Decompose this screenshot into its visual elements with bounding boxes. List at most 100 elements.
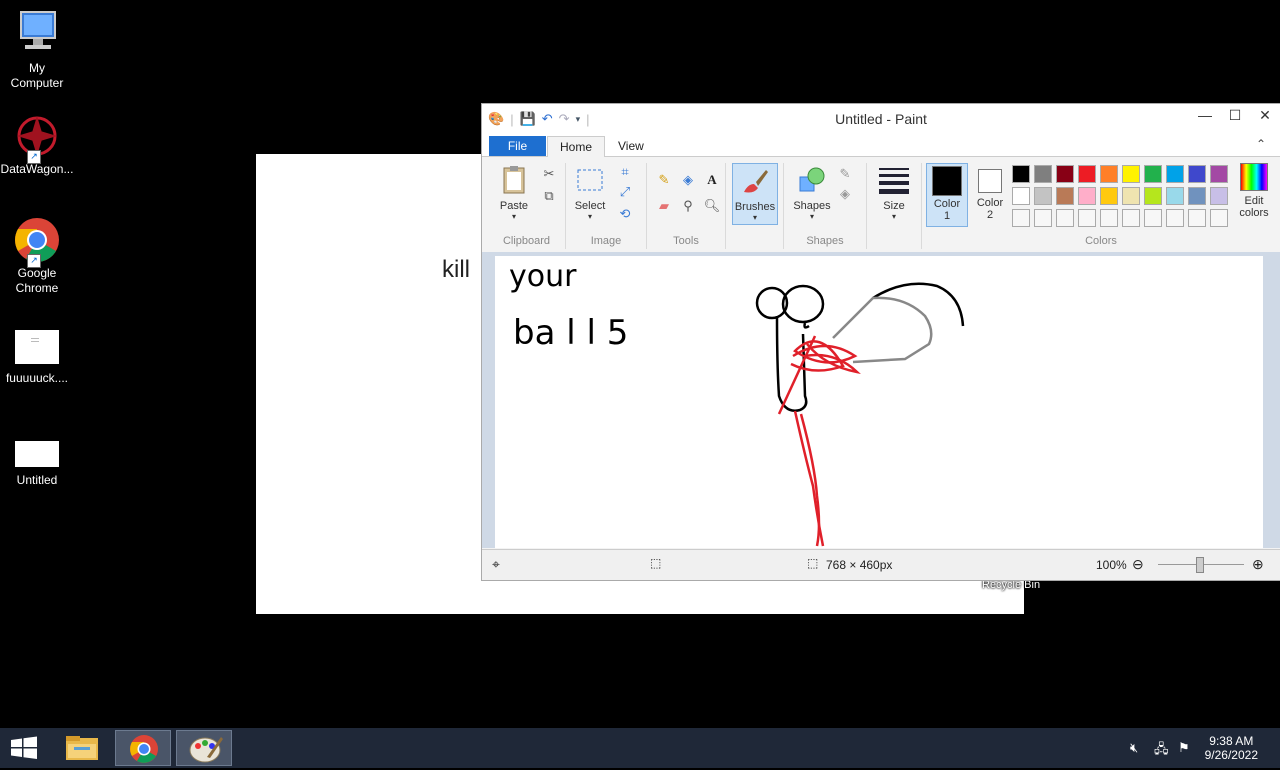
drawing-canvas[interactable]: your ba l l 5 (495, 256, 1263, 548)
size-button[interactable]: Size ▾ (875, 165, 913, 221)
outline-icon[interactable]: ✎ (836, 165, 854, 183)
desktop-icon-untitled[interactable]: Untitled (0, 441, 74, 488)
palette-swatch[interactable] (1188, 209, 1206, 227)
palette-swatch[interactable] (1166, 165, 1184, 183)
rotate-icon[interactable]: ⟲ (616, 205, 634, 223)
cut-icon[interactable]: ✂ (540, 165, 558, 183)
desktop-icon-document[interactable]: fuuuuuck.... (0, 330, 74, 386)
palette-swatch[interactable] (1166, 209, 1184, 227)
paste-button[interactable]: Paste ▾ (494, 165, 534, 221)
desktop-icon-my-computer[interactable]: My Computer (0, 8, 74, 91)
palette-swatch[interactable] (1078, 209, 1096, 227)
palette-swatch[interactable] (1100, 187, 1118, 205)
shapes-group-label: Shapes (806, 235, 844, 247)
color1-swatch (932, 166, 962, 196)
palette-swatch[interactable] (1012, 187, 1030, 205)
dropdown-arrow-icon: ▾ (511, 212, 516, 221)
palette-swatch[interactable] (1012, 165, 1030, 183)
palette-swatch[interactable] (1188, 165, 1206, 183)
palette-swatch[interactable] (1188, 187, 1206, 205)
brushes-button[interactable]: Brushes ▾ (732, 163, 778, 225)
computer-icon (20, 11, 56, 49)
fill-icon[interactable]: ◈ (679, 171, 697, 189)
palette-swatch[interactable] (1144, 165, 1162, 183)
minimize-button[interactable]: — (1190, 104, 1220, 128)
colors-group: Color 1 Color 2 Edit colors Colors (922, 163, 1280, 249)
chrome-icon (130, 735, 158, 763)
palette-swatch[interactable] (1056, 165, 1074, 183)
shapes-button[interactable]: Shapes ▾ (790, 165, 834, 221)
desktop-icon-google-chrome[interactable]: ↗ Google Chrome (0, 216, 74, 296)
colors-group-label: Colors (1085, 235, 1117, 247)
selection-size-icon: ⬚ (650, 556, 662, 570)
minimize-ribbon-icon[interactable]: ⌃ (1256, 137, 1266, 151)
color-picker-icon[interactable]: ⚲ (679, 197, 697, 215)
desktop-icon-label: fuuuuuck.... (5, 371, 69, 385)
paste-icon (503, 166, 525, 194)
palette-swatch[interactable] (1078, 187, 1096, 205)
clipboard-group-label: Clipboard (502, 235, 551, 247)
color1-button[interactable]: Color 1 (926, 163, 968, 227)
palette-swatch[interactable] (1034, 165, 1052, 183)
palette-swatch[interactable] (1100, 209, 1118, 227)
network-icon[interactable]: 🖧 (1154, 740, 1169, 762)
palette-swatch[interactable] (1122, 187, 1140, 205)
paste-label: Paste (499, 200, 529, 212)
palette-swatch[interactable] (1166, 187, 1184, 205)
shapes-icon (799, 167, 825, 192)
tab-home[interactable]: Home (547, 136, 606, 157)
palette-swatch[interactable] (1078, 165, 1096, 183)
palette-swatch[interactable] (1122, 165, 1140, 183)
size-group: Size ▾ (867, 163, 922, 249)
fill-shape-icon[interactable]: ◈ (836, 185, 854, 203)
action-center-icon[interactable]: ⚑ (1178, 740, 1190, 756)
eraser-icon[interactable]: ▰ (655, 197, 673, 215)
tools-group-label: Tools (673, 235, 699, 247)
brushes-label: Brushes (734, 201, 776, 213)
close-button[interactable]: ✕ (1250, 104, 1280, 128)
maximize-button[interactable]: ☐ (1220, 104, 1250, 128)
palette-swatch[interactable] (1056, 209, 1074, 227)
tab-file[interactable]: File (489, 136, 546, 156)
select-icon (577, 169, 603, 191)
resize-icon[interactable]: ⤢ (616, 183, 634, 201)
clock[interactable]: 9:38 AM 9/26/2022 (1205, 734, 1258, 762)
image-group: Select ▾ ⌗ ⤢ ⟲ Image (566, 163, 647, 249)
palette-swatch[interactable] (1056, 187, 1074, 205)
palette-swatch[interactable] (1034, 209, 1052, 227)
palette-swatch[interactable] (1210, 209, 1228, 227)
taskbar-chrome[interactable] (115, 730, 171, 766)
taskbar-file-explorer[interactable] (54, 730, 110, 766)
palette-swatch[interactable] (1144, 209, 1162, 227)
edit-colors-icon (1240, 163, 1268, 191)
volume-muted-icon[interactable]: 🔇︎ (1130, 740, 1138, 756)
pencil-icon[interactable]: ✎ (655, 171, 673, 189)
start-button[interactable] (0, 730, 48, 766)
palette-swatch[interactable] (1144, 187, 1162, 205)
taskbar-paint[interactable] (176, 730, 232, 766)
tab-view[interactable]: View (606, 136, 656, 156)
paint-window: 🎨 | 💾 ↶ ↷ ▾ | Untitled - Paint — ☐ ✕ Fil… (481, 103, 1280, 581)
magnifier-icon[interactable]: 🔍︎ (703, 197, 721, 215)
palette-swatch[interactable] (1122, 209, 1140, 227)
copy-icon[interactable]: ⧉ (540, 187, 558, 205)
document-icon (15, 330, 59, 364)
folder-icon (66, 736, 98, 760)
palette-swatch[interactable] (1012, 209, 1030, 227)
palette-swatch[interactable] (1210, 165, 1228, 183)
crop-icon[interactable]: ⌗ (616, 163, 634, 181)
palette-swatch[interactable] (1100, 165, 1118, 183)
desktop-icon-datawagon[interactable]: ↗ DataWagon... (0, 112, 74, 177)
text-icon[interactable]: A (703, 171, 721, 189)
select-button[interactable]: Select ▾ (570, 165, 610, 221)
color2-button[interactable]: Color 2 (970, 165, 1010, 221)
palette-swatch[interactable] (1034, 187, 1052, 205)
zoom-in-button[interactable]: ⊕ (1252, 556, 1264, 573)
zoom-level: 100% (1096, 558, 1127, 572)
desktop-icon-label: Google Chrome (15, 266, 59, 295)
palette-swatch[interactable] (1210, 187, 1228, 205)
shapes-label: Shapes (793, 200, 831, 212)
zoom-out-button[interactable]: ⊖ (1132, 556, 1144, 573)
zoom-slider-thumb[interactable] (1196, 557, 1204, 573)
edit-colors-button[interactable]: Edit colors (1234, 163, 1274, 219)
